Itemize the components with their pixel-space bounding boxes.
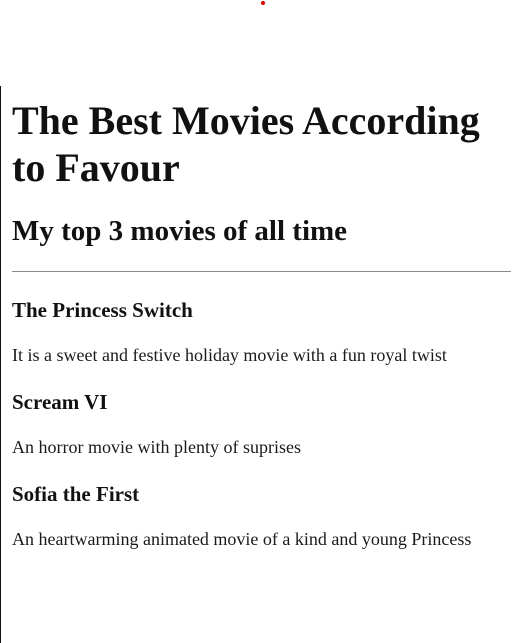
divider <box>12 271 511 272</box>
red-dot-marker <box>261 1 265 5</box>
movie-title-2: Scream VI <box>12 390 108 414</box>
left-border-line <box>0 86 1 643</box>
page-subtitle: My top 3 movies of all time <box>12 215 348 247</box>
movie-title-1: The Princess Switch <box>12 298 193 322</box>
page: The Best Movies According to Favour My t… <box>0 0 518 643</box>
movie-title-3: Sofia the First <box>12 482 140 506</box>
movie-description-2: An horror movie with plenty of suprises <box>12 437 301 457</box>
main-content: The Best Movies According to Favour My t… <box>12 97 512 550</box>
page-title: The Best Movies According to Favour <box>12 98 480 190</box>
movie-description-1: It is a sweet and festive holiday movie … <box>12 345 447 365</box>
movie-description-3: An heartwarming animated movie of a kind… <box>12 529 472 549</box>
